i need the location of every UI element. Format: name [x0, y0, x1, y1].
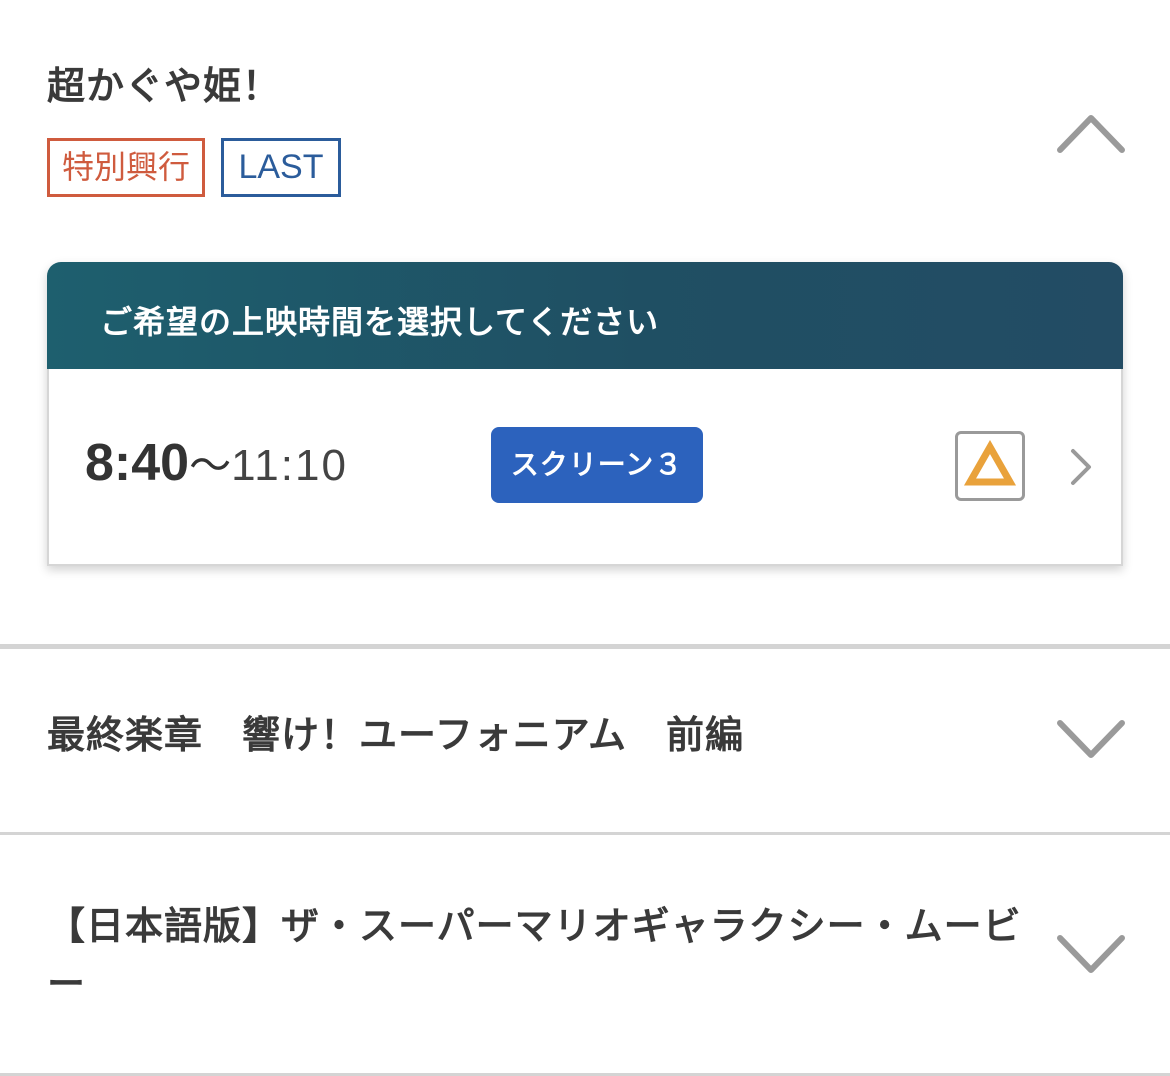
availability-triangle-icon [955, 431, 1025, 501]
chevron-down-icon[interactable] [1056, 715, 1126, 765]
screen-badge: スクリーン３ [491, 427, 703, 503]
start-time: 8:40 [85, 434, 190, 492]
showtime-time: 8:40〜11:10 [85, 433, 348, 506]
special-screening-badge: 特別興行 [47, 138, 205, 197]
end-time: 11:10 [231, 441, 348, 490]
movie-title[interactable]: 最終楽章 響け！ユーフォニアム 前編 [47, 707, 744, 763]
chevron-down-icon[interactable] [1056, 930, 1126, 980]
movie-section-3[interactable]: 【日本語版】ザ・スーパーマリオギャラクシー・ムービー [0, 835, 1170, 1073]
last-screening-badge: LAST [221, 138, 341, 197]
showtime-row[interactable]: 8:40〜11:10 スクリーン３ [47, 369, 1123, 566]
showtime-panel: ご希望の上映時間を選択してください 8:40〜11:10 スクリーン３ [47, 262, 1123, 566]
movie-section-1: 超かぐや姫！ 特別興行 LAST ご希望の上映時間を選択してください 8:40〜… [0, 0, 1170, 644]
movie-title[interactable]: 【日本語版】ザ・スーパーマリオギャラクシー・ムービー [47, 897, 1027, 1013]
time-separator: 〜 [189, 442, 232, 489]
chevron-right-icon[interactable] [1061, 445, 1101, 489]
movie-section-2[interactable]: 最終楽章 響け！ユーフォニアム 前編 [0, 649, 1170, 832]
movie-tags: 特別興行 LAST [47, 138, 341, 197]
chevron-up-icon[interactable] [1056, 108, 1126, 158]
movie-title[interactable]: 超かぐや姫！ [47, 58, 281, 114]
panel-header: ご希望の上映時間を選択してください [47, 262, 1123, 369]
